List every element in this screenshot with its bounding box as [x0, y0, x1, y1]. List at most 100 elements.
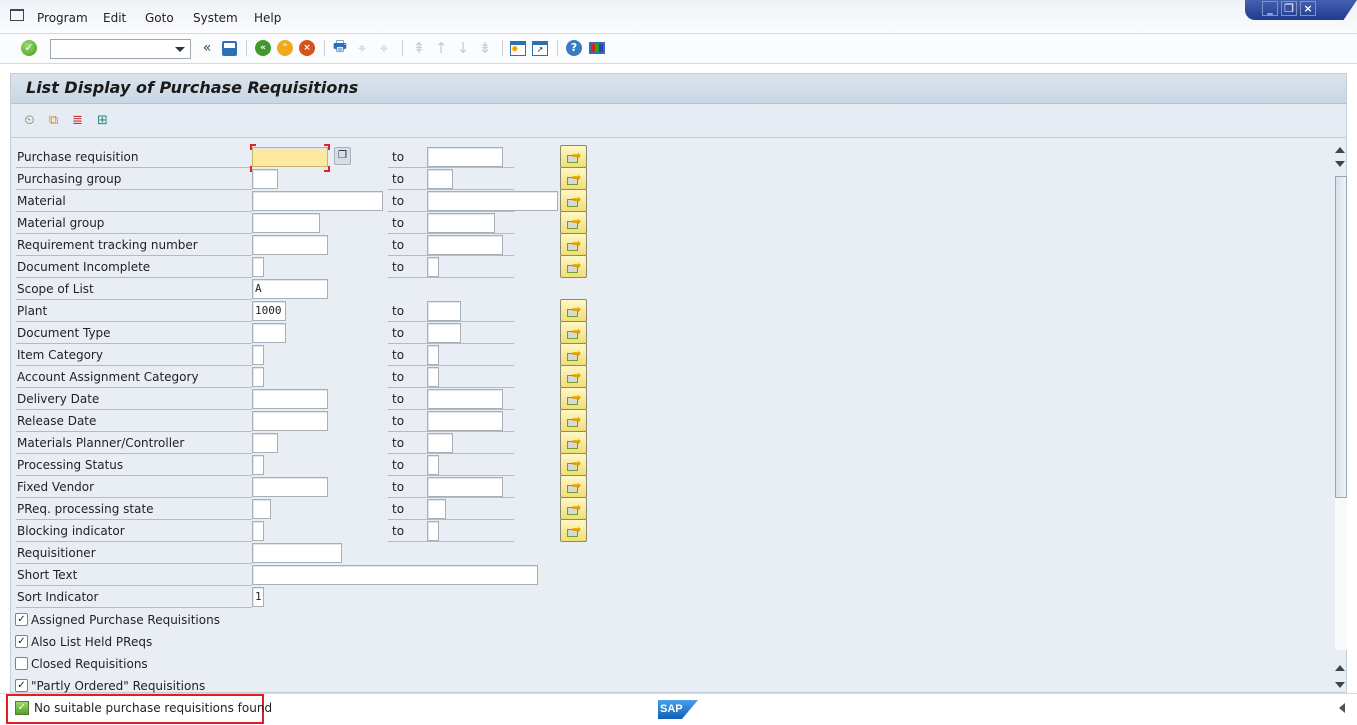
field-high-input[interactable] [427, 521, 439, 541]
field-low-input[interactable] [252, 235, 328, 255]
status-message[interactable]: No suitable purchase requisitions found [34, 701, 272, 715]
menu-program[interactable]: Program [37, 11, 88, 25]
command-dropdown-icon[interactable] [175, 47, 185, 52]
multiple-selection-button[interactable]: ➡ [560, 233, 587, 256]
field-high-input[interactable] [427, 235, 503, 255]
field-low-input[interactable]: 1000 [252, 301, 286, 321]
field-low-input[interactable] [252, 477, 328, 497]
multiple-selection-button[interactable]: ➡ [560, 387, 587, 410]
field-high-input[interactable] [427, 411, 503, 431]
field-high-input[interactable] [427, 257, 439, 277]
menu-edit[interactable]: Edit [103, 11, 126, 25]
multiple-selection-button[interactable]: ➡ [560, 255, 587, 278]
multiple-selection-button[interactable]: ➡ [560, 343, 587, 366]
help-icon[interactable]: ? [565, 39, 583, 57]
back-icon[interactable]: « [254, 39, 272, 57]
scroll-down-icon[interactable] [1335, 161, 1345, 167]
field-low-input[interactable]: A [252, 279, 328, 299]
field-high-input[interactable] [427, 191, 558, 211]
close-button[interactable]: × [1300, 1, 1316, 16]
field-high-input[interactable] [427, 389, 503, 409]
field-low-input[interactable] [252, 147, 328, 167]
multiple-selection-button[interactable]: ➡ [560, 211, 587, 234]
field-low-input[interactable] [252, 455, 264, 475]
scroll-down-bottom-icon[interactable] [1335, 682, 1345, 688]
enter-icon[interactable]: ✓ [20, 39, 38, 57]
find-next-icon[interactable]: ⌖ [375, 39, 393, 57]
field-low-input[interactable] [252, 191, 383, 211]
multiple-selection-button[interactable]: ➡ [560, 321, 587, 344]
save-icon[interactable] [220, 39, 238, 57]
print-icon[interactable]: 🖶 [331, 37, 349, 57]
multiple-selection-button[interactable]: ➡ [560, 365, 587, 388]
last-page-icon[interactable]: ⇟ [476, 39, 494, 57]
multiple-selection-button[interactable]: ➡ [560, 189, 587, 212]
command-field[interactable] [50, 39, 191, 59]
multiple-selection-button[interactable]: ➡ [560, 431, 587, 454]
find-icon[interactable]: ⌖ [353, 39, 371, 57]
checkbox-label[interactable]: Also List Held PReqs [31, 635, 152, 649]
menu-help[interactable]: Help [254, 11, 281, 25]
field-low-input[interactable] [252, 345, 264, 365]
field-high-input[interactable] [427, 147, 503, 167]
field-low-input[interactable] [252, 257, 264, 277]
scroll-up-bottom-icon[interactable] [1335, 665, 1345, 671]
field-low-input[interactable] [252, 169, 278, 189]
multiple-selection-button[interactable]: ➡ [560, 409, 587, 432]
field-low-input[interactable] [252, 433, 278, 453]
field-low-input[interactable] [252, 499, 271, 519]
field-low-input[interactable] [252, 521, 264, 541]
dynamic-selections-icon[interactable]: ≣ [69, 112, 86, 129]
scroll-up-icon[interactable] [1335, 147, 1345, 153]
restore-button[interactable]: ❐ [1281, 1, 1297, 16]
field-high-input[interactable] [427, 213, 495, 233]
field-low-input[interactable] [252, 213, 320, 233]
field-low-input[interactable] [252, 411, 328, 431]
create-session-icon[interactable]: ✸ [509, 39, 527, 57]
field-high-input[interactable] [427, 367, 439, 387]
menu-system[interactable]: System [193, 11, 238, 25]
exit-icon[interactable]: ⌃ [276, 39, 294, 57]
menu-goto[interactable]: Goto [145, 11, 174, 25]
cancel-icon[interactable]: × [298, 39, 316, 57]
checkbox[interactable]: ✓ [15, 679, 28, 692]
multiple-selection-popup-icon[interactable]: ❐ [334, 147, 351, 165]
field-low-input[interactable] [252, 323, 286, 343]
checkbox[interactable]: ✓ [15, 635, 28, 648]
field-low-input[interactable] [252, 543, 342, 563]
scrollbar-thumb[interactable] [1335, 176, 1347, 498]
checkbox[interactable] [15, 657, 28, 670]
execute-icon[interactable]: ⏲ [21, 112, 38, 129]
first-page-icon[interactable]: ⇞ [410, 39, 428, 57]
selection-options-icon[interactable]: ⊞ [94, 112, 111, 129]
multiple-selection-button[interactable]: ➡ [560, 453, 587, 476]
field-low-input[interactable] [252, 367, 264, 387]
multiple-selection-button[interactable]: ➡ [560, 167, 587, 190]
field-high-input[interactable] [427, 301, 461, 321]
vertical-scrollbar[interactable] [1333, 147, 1347, 692]
multiple-selection-button[interactable]: ➡ [560, 497, 587, 520]
field-high-input[interactable] [427, 345, 439, 365]
customize-layout-icon[interactable] [588, 39, 606, 57]
system-menu-icon[interactable] [10, 9, 24, 21]
field-high-input[interactable] [427, 323, 461, 343]
field-high-input[interactable] [427, 499, 446, 519]
checkbox-label[interactable]: Closed Requisitions [31, 657, 148, 671]
collapse-command-icon[interactable]: « [198, 39, 216, 57]
field-low-input[interactable] [252, 565, 538, 585]
field-high-input[interactable] [427, 433, 453, 453]
multiple-selection-button[interactable]: ➡ [560, 145, 587, 168]
previous-page-icon[interactable]: ↑ [432, 39, 450, 57]
field-high-input[interactable] [427, 455, 439, 475]
multiple-selection-button[interactable]: ➡ [560, 519, 587, 542]
get-variant-icon[interactable]: ⧉ [45, 112, 62, 129]
next-page-icon[interactable]: ↓ [454, 39, 472, 57]
scrollbar-track[interactable] [1335, 498, 1347, 650]
field-low-input[interactable] [252, 389, 328, 409]
field-low-input[interactable]: 1 [252, 587, 264, 607]
minimize-button[interactable]: _ [1262, 1, 1278, 16]
checkbox-label[interactable]: "Partly Ordered" Requisitions [31, 679, 205, 693]
field-high-input[interactable] [427, 477, 503, 497]
checkbox-label[interactable]: Assigned Purchase Requisitions [31, 613, 220, 627]
field-high-input[interactable] [427, 169, 453, 189]
